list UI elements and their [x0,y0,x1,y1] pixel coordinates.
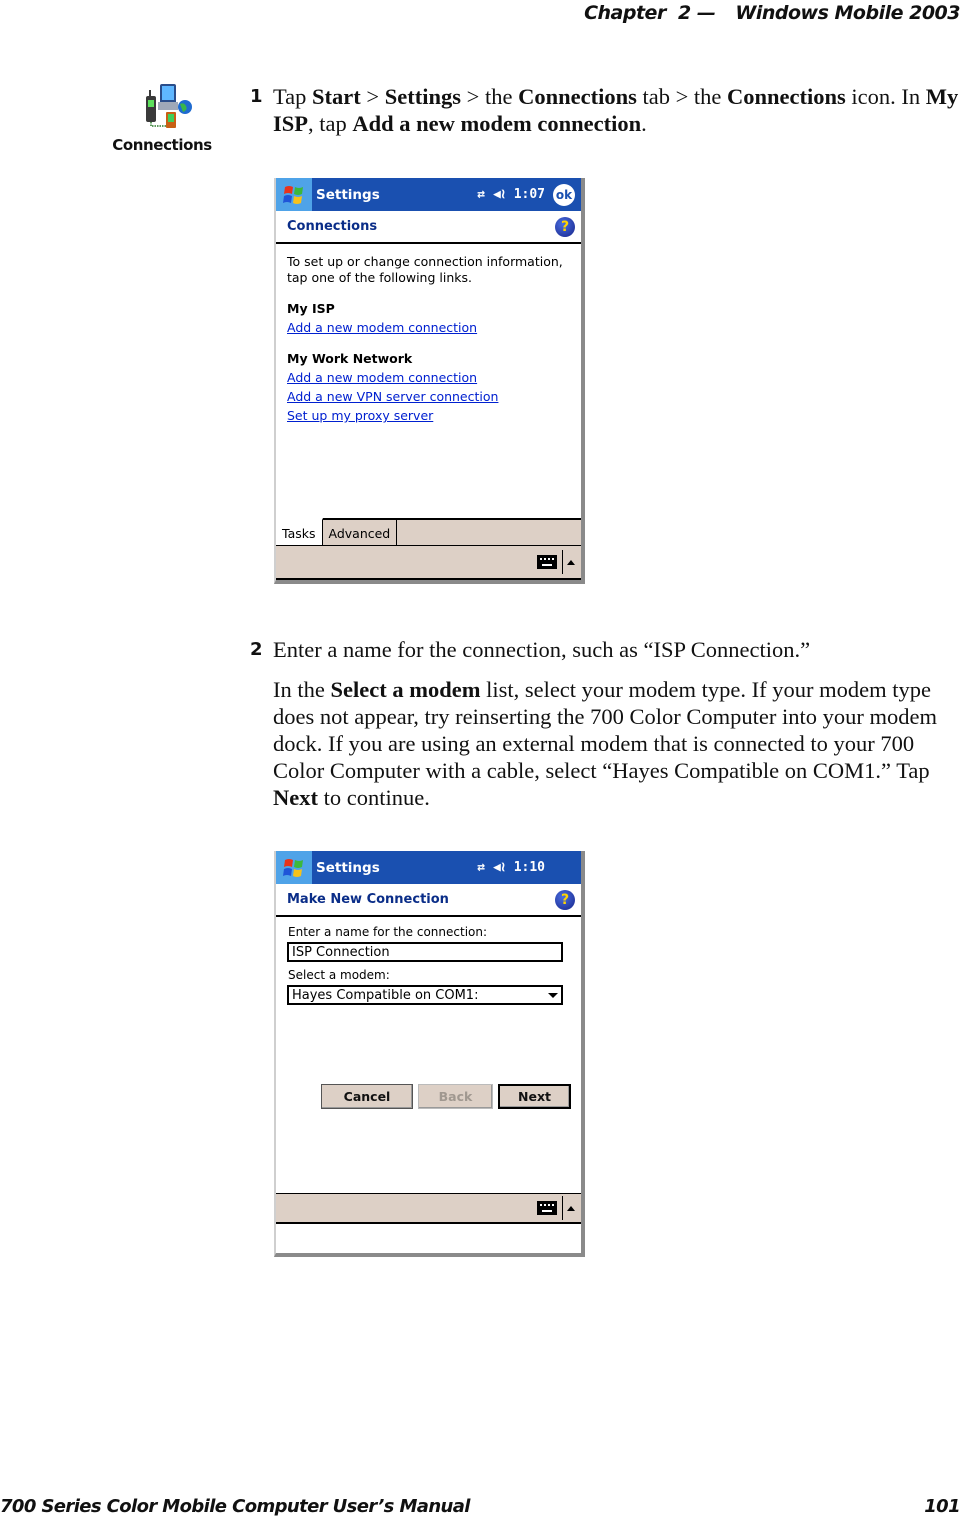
link-work-proxy[interactable]: Set up my proxy server [287,406,570,425]
connections-caption: Connections [112,136,212,154]
windows-start-icon [283,185,303,204]
help-icon[interactable]: ? [555,889,575,910]
step-2-text: Enter a name for the connection, such as… [273,636,966,811]
modem-label: Select a modem: [288,968,390,982]
tab-tasks[interactable]: Tasks [276,518,323,547]
keyboard-icon[interactable] [537,1201,557,1215]
divider [562,550,563,574]
speaker-icon[interactable]: ◀︎≀ [493,187,506,202]
wizard-buttons: Cancel Back Next [321,1084,571,1109]
page-number: 101 [924,1496,960,1517]
cancel-button[interactable]: Cancel [321,1084,413,1109]
status-icons: ⇄ ◀︎≀ 1:07 ok [477,183,575,206]
ui-term-connections-icon: Connections [727,84,846,109]
ui-term-start: Start [312,84,361,109]
modem-select-value: Hayes Compatible on COM1: [292,987,479,1003]
title-bar: Settings ⇄ ◀︎≀ 1:10 [276,851,581,884]
text-run: In the [273,677,331,702]
chapter-title: Windows Mobile 2003 [735,2,960,24]
next-button[interactable]: Next [498,1084,571,1109]
tab-advanced[interactable]: Advanced [323,520,398,547]
step-number: 2 [250,639,263,660]
status-icons: ⇄ ◀︎≀ 1:10 [477,860,545,875]
text-run: to continue. [317,785,430,810]
speaker-icon[interactable]: ◀︎≀ [493,860,506,875]
name-label: Enter a name for the connection: [288,925,488,939]
help-icon[interactable]: ? [555,216,575,237]
text-run: Tap [273,84,313,109]
tab-bar: Tasks Advanced [276,518,581,547]
start-button[interactable] [276,178,312,211]
window-title: Settings [316,186,380,203]
text-run: > the [461,84,519,109]
divider [562,1196,563,1220]
chevron-down-icon [548,992,558,998]
text-run: icon. In [845,84,926,109]
connection-name-value: ISP Connection [292,944,390,960]
step-1-text: Tap Start > Settings > the Connections t… [273,83,966,137]
clock[interactable]: 1:10 [514,860,545,875]
intro-text: To set up or change connection informati… [287,254,563,285]
chapter-label: Chapter 2 [584,2,691,24]
keyboard-icon[interactable] [537,555,557,569]
clock[interactable]: 1:07 [514,187,545,202]
text-run: > [360,84,385,109]
page-title: Connections [287,219,378,234]
ui-term-next: Next [273,785,318,810]
ui-term-add-modem: Add a new modem connection [352,111,642,136]
new-connection-form: Enter a name for the connection: ISP Con… [276,917,581,1005]
step-2-para-1: Enter a name for the connection, such as… [273,637,811,662]
group-title: My ISP [287,301,335,316]
page-header: Connections ? [276,211,581,244]
step-2-para-2: In the Select a modem list, select your … [273,676,966,811]
connection-name-input[interactable]: ISP Connection [287,942,563,962]
menu-bar [276,1193,581,1224]
page-header: Make New Connection ? [276,884,581,917]
modem-select[interactable]: Hayes Compatible on COM1: [287,985,563,1005]
connections-icon [146,84,192,128]
text-run: tab > the [636,84,728,109]
input-panel-arrow-icon[interactable] [567,1205,575,1211]
windows-start-icon [283,858,303,877]
text-run: , tap [308,111,353,136]
manual-title: 700 Series Color Mobile Computer User’s … [0,1496,470,1517]
step-number: 1 [250,86,263,107]
ui-term-select-modem: Select a modem [330,677,481,702]
connections-content: To set up or change connection informati… [276,244,581,425]
start-button[interactable] [276,851,312,884]
running-footer: 700 Series Color Mobile Computer User’s … [0,1496,961,1517]
group-my-isp: My ISP Add a new modem connection [287,300,570,337]
connections-margin-icon: Connections [108,82,216,154]
step-2: 2 Enter a name for the connection, such … [250,636,966,811]
title-bar: Settings ⇄ ◀︎≀ 1:07 ok [276,178,581,211]
group-my-work-network: My Work Network Add a new modem connecti… [287,350,570,425]
step-1: 1 Tap Start > Settings > the Connections… [250,83,966,137]
link-isp-add-modem[interactable]: Add a new modem connection [287,318,570,337]
connectivity-icon[interactable]: ⇄ [477,860,485,875]
input-panel-arrow-icon[interactable] [567,559,575,565]
link-work-add-vpn[interactable]: Add a new VPN server connection [287,387,570,406]
screenshot-connections: Settings ⇄ ◀︎≀ 1:07 ok Connections ? To … [274,178,585,584]
text-run: . [641,111,647,136]
screenshot-make-new-connection: Settings ⇄ ◀︎≀ 1:10 Make New Connection … [274,851,585,1257]
ui-term-connections-tab: Connections [518,84,637,109]
back-button[interactable]: Back [418,1084,493,1109]
link-work-add-modem[interactable]: Add a new modem connection [287,368,570,387]
running-header: Chapter 2 — Windows Mobile 2003 [584,2,960,24]
header-dash: — [696,2,716,24]
window-title: Settings [316,859,380,876]
page-title: Make New Connection [287,892,449,907]
ok-button[interactable]: ok [553,183,575,206]
group-title: My Work Network [287,351,413,366]
connectivity-icon[interactable]: ⇄ [477,187,485,202]
menu-bar [276,545,581,580]
ui-term-settings: Settings [384,84,462,109]
